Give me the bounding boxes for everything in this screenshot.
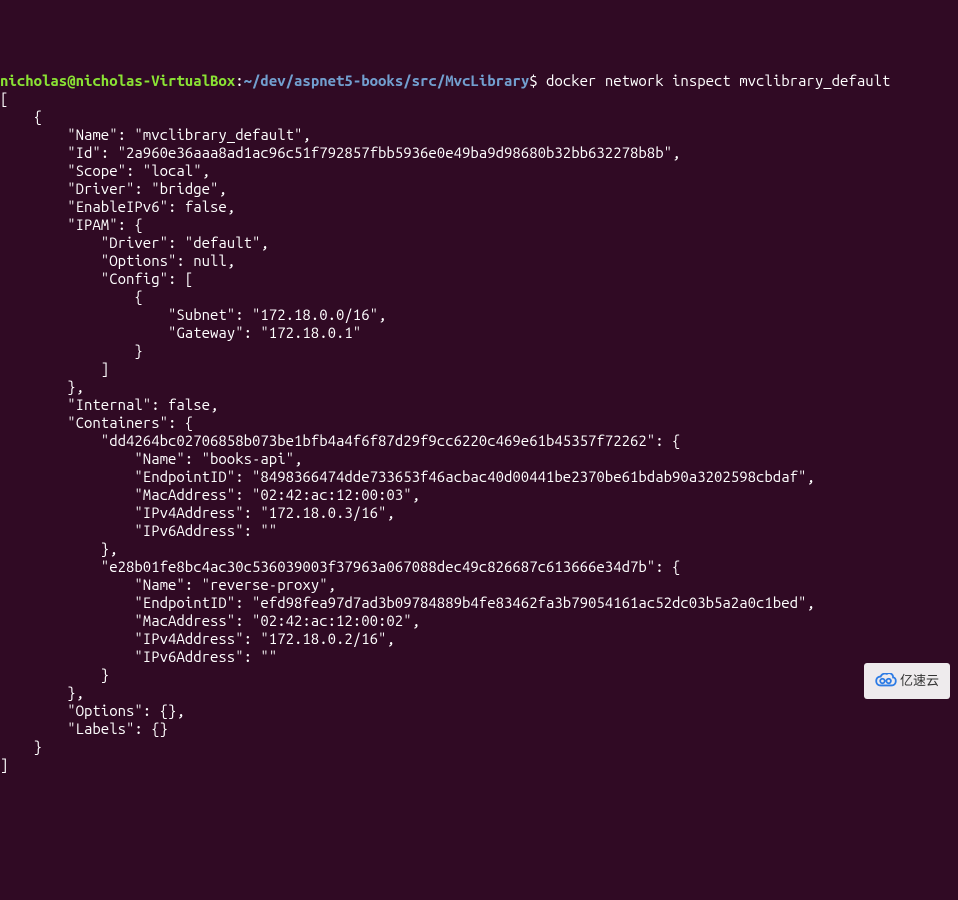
output-line: ]	[0, 756, 8, 773]
output-line: "Scope": "local",	[0, 162, 210, 179]
output-line: "EndpointID": "efd98fea97d7ad3b09784889b…	[0, 594, 815, 611]
output-line: {	[0, 108, 42, 125]
output-line: "IPv6Address": ""	[0, 522, 277, 539]
output-line: "IPAM": {	[0, 216, 143, 233]
output-line: "EnableIPv6": false,	[0, 198, 235, 215]
output-line: ]	[0, 360, 109, 377]
output-line: "Name": "books-api",	[0, 450, 302, 467]
prompt-dollar: $	[529, 72, 537, 89]
output-line: }	[0, 342, 143, 359]
output-line: "Driver": "default",	[0, 234, 269, 251]
output-line: },	[0, 378, 84, 395]
output-line: "EndpointID": "8498366474dde733653f46acb…	[0, 468, 815, 485]
output-line: "Options": {},	[0, 702, 185, 719]
prompt-user-host: nicholas@nicholas-VirtualBox	[0, 72, 235, 89]
output-line: "Gateway": "172.18.0.1"	[0, 324, 361, 341]
output-line: "Internal": false,	[0, 396, 218, 413]
output-line: "Labels": {}	[0, 720, 168, 737]
output-line: {	[0, 288, 143, 305]
output-line: "MacAddress": "02:42:ac:12:00:03",	[0, 486, 420, 503]
output-line: "Containers": {	[0, 414, 193, 431]
output-line: "dd4264bc02706858b073be1bfb4a4f6f87d29f9…	[0, 432, 680, 449]
watermark-badge: 亿速云	[864, 663, 950, 699]
output-line: "Subnet": "172.18.0.0/16",	[0, 306, 386, 323]
output-line: "Driver": "bridge",	[0, 180, 227, 197]
output-line: "MacAddress": "02:42:ac:12:00:02",	[0, 612, 420, 629]
output-line: "e28b01fe8bc4ac30c536039003f37963a067088…	[0, 558, 680, 575]
output-line: "IPv4Address": "172.18.0.3/16",	[0, 504, 395, 521]
terminal-output: nicholas@nicholas-VirtualBox:~/dev/aspne…	[0, 72, 958, 774]
cloud-icon	[875, 673, 897, 689]
output-line: "Name": "reverse-proxy",	[0, 576, 336, 593]
output-line: }	[0, 738, 42, 755]
output-line: "Config": [	[0, 270, 193, 287]
output-line: },	[0, 540, 118, 557]
output-line: }	[0, 666, 109, 683]
prompt-colon: :	[235, 72, 243, 89]
output-line: [	[0, 90, 8, 107]
output-line: "Id": "2a960e36aaa8ad1ac96c51f792857fbb5…	[0, 144, 680, 161]
output-line: },	[0, 684, 84, 701]
command-text-value: docker network inspect mvclibrary_defaul…	[546, 72, 890, 89]
output-line: "Name": "mvclibrary_default",	[0, 126, 311, 143]
command-text	[538, 72, 546, 89]
output-line: "IPv6Address": ""	[0, 648, 277, 665]
prompt-path: /dev/aspnet5-books/src/MvcLibrary	[252, 72, 529, 89]
output-line: "IPv4Address": "172.18.0.2/16",	[0, 630, 395, 647]
prompt-tilde: ~	[244, 72, 252, 89]
watermark-text: 亿速云	[900, 672, 939, 690]
output-line: "Options": null,	[0, 252, 235, 269]
